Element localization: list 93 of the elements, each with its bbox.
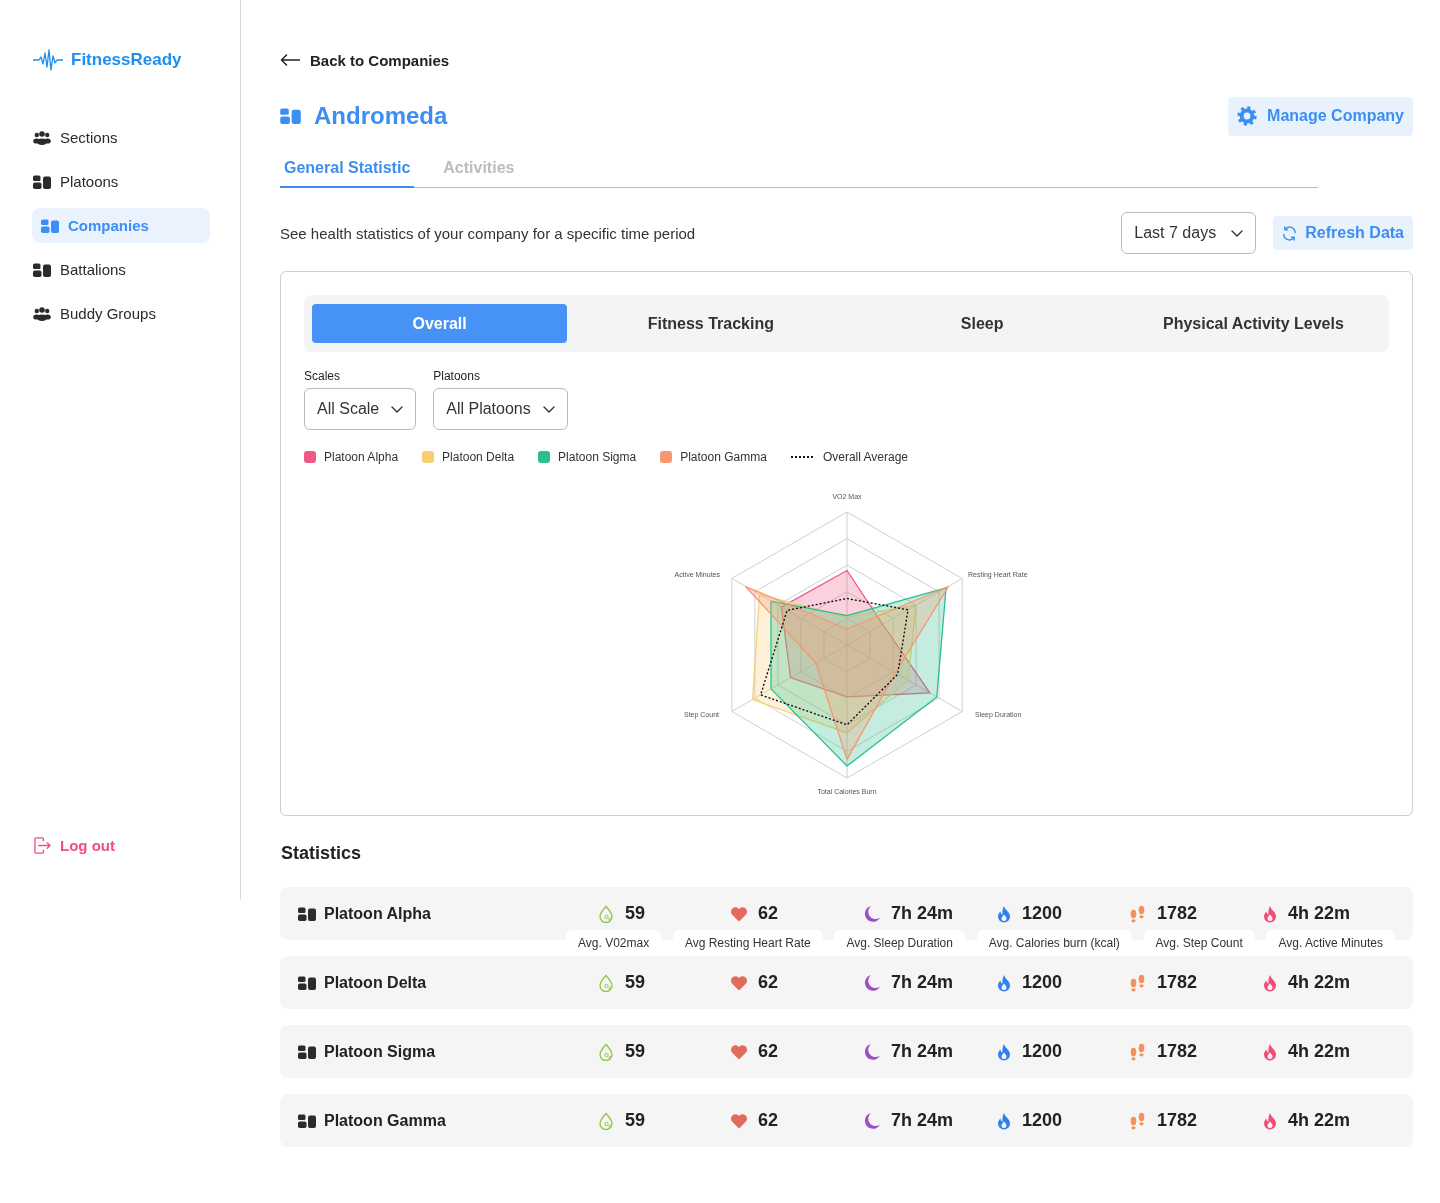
nav-item[interactable]: Buddy Groups bbox=[32, 296, 210, 331]
metric-value: 59 bbox=[625, 903, 646, 924]
logout-icon bbox=[34, 837, 51, 854]
chart-tab[interactable]: Physical Activity Levels bbox=[1125, 304, 1381, 343]
metric-value: 4h 22m bbox=[1288, 972, 1351, 993]
waveform-icon bbox=[33, 49, 63, 71]
footprints-icon bbox=[1129, 1111, 1147, 1130]
metric-value: 7h 24m bbox=[891, 1110, 954, 1131]
chevron-down-icon bbox=[1231, 229, 1244, 237]
footprints-icon bbox=[1129, 904, 1147, 923]
chart-tab[interactable]: Fitness Tracking bbox=[583, 304, 839, 343]
heart-icon bbox=[730, 905, 748, 922]
dotted-line-icon bbox=[790, 456, 815, 458]
metric-value: 62 bbox=[758, 972, 779, 993]
gear-icon bbox=[1237, 106, 1258, 126]
platoon-name: Platoon Alpha bbox=[324, 904, 431, 923]
heart-icon bbox=[730, 1043, 748, 1060]
metric-value: 62 bbox=[758, 903, 779, 924]
blocks-icon bbox=[298, 1113, 316, 1128]
filter-label: Platoons bbox=[433, 369, 480, 383]
footprints-icon bbox=[1129, 1042, 1147, 1061]
chevron-down-icon bbox=[542, 405, 555, 413]
moon-icon bbox=[863, 904, 881, 923]
flame-icon bbox=[996, 1042, 1012, 1061]
section-title: Statistics bbox=[281, 842, 363, 864]
legend-label: Platoon Gamma bbox=[680, 450, 767, 464]
legend-label: Platoon Delta bbox=[442, 450, 515, 464]
flame-icon bbox=[996, 904, 1012, 923]
blocks-icon bbox=[298, 975, 316, 990]
nav-item[interactable]: Battalions bbox=[32, 252, 210, 287]
legend-label: Platoon Sigma bbox=[558, 450, 637, 464]
metric-value: 4h 22m bbox=[1288, 1110, 1351, 1131]
arrow-left-icon bbox=[280, 54, 300, 66]
flame-icon bbox=[1262, 1042, 1278, 1061]
droplet-icon bbox=[597, 1111, 615, 1130]
flame-icon bbox=[1262, 1111, 1278, 1130]
metric-value: 4h 22m bbox=[1288, 1041, 1351, 1062]
chart-tab[interactable]: Sleep bbox=[854, 304, 1110, 343]
metric-value: 1200 bbox=[1022, 972, 1063, 993]
filter-dropdown[interactable]: All Platoons bbox=[433, 388, 568, 430]
blocks-icon bbox=[280, 108, 301, 124]
platoon-name: Platoon Sigma bbox=[324, 1042, 436, 1061]
footprints-icon bbox=[1129, 973, 1147, 992]
period-dropdown[interactable]: Last 7 days bbox=[1121, 212, 1257, 254]
metric-value: 4h 22m bbox=[1288, 903, 1351, 924]
metric-value: 7h 24m bbox=[891, 1041, 954, 1062]
blocks-icon bbox=[41, 218, 59, 233]
flame-icon bbox=[1262, 904, 1278, 923]
back-link[interactable]: Back to Companies bbox=[280, 50, 450, 70]
metric-value: 59 bbox=[625, 972, 646, 993]
legend-label: Overall Average bbox=[822, 450, 909, 464]
moon-icon bbox=[863, 1042, 881, 1061]
droplet-icon bbox=[597, 973, 615, 992]
platoon-name: Platoon Gamma bbox=[324, 1111, 446, 1130]
metric-value: 62 bbox=[758, 1041, 779, 1062]
droplet-icon bbox=[597, 904, 615, 923]
metric-value: 1782 bbox=[1157, 903, 1198, 924]
brand-name: FitnessReady bbox=[71, 50, 182, 70]
blocks-icon bbox=[33, 262, 51, 277]
metric-value: 7h 24m bbox=[891, 903, 954, 924]
blocks-icon bbox=[33, 174, 51, 189]
metric-value: 1782 bbox=[1157, 1110, 1198, 1131]
moon-icon bbox=[863, 973, 881, 992]
droplet-icon bbox=[597, 1042, 615, 1061]
chevron-down-icon bbox=[391, 405, 404, 413]
filter-dropdown[interactable]: All Scale bbox=[304, 388, 417, 430]
people-icon bbox=[33, 130, 51, 145]
refresh-icon bbox=[1282, 225, 1298, 241]
flame-icon bbox=[996, 973, 1012, 992]
filter-label: Scales bbox=[304, 369, 341, 383]
metric-value: 1782 bbox=[1157, 1041, 1198, 1062]
metric-value: 1200 bbox=[1022, 1110, 1063, 1131]
page-title: Andromeda bbox=[314, 102, 448, 130]
people-icon bbox=[33, 306, 51, 321]
flame-icon bbox=[1262, 973, 1278, 992]
metric-value: 62 bbox=[758, 1110, 779, 1131]
heart-icon bbox=[730, 974, 748, 991]
heart-icon bbox=[730, 1112, 748, 1129]
moon-icon bbox=[863, 1111, 881, 1130]
nav-item[interactable]: Sections bbox=[32, 120, 210, 155]
description-text: See health statistics of your company for a specific time period bbox=[280, 224, 696, 242]
metric-value: 1782 bbox=[1157, 972, 1198, 993]
nav-item[interactable]: Platoons bbox=[32, 164, 210, 199]
metric-value: 1200 bbox=[1022, 1041, 1063, 1062]
flame-icon bbox=[996, 1111, 1012, 1130]
legend-label: Platoon Alpha bbox=[324, 450, 399, 464]
blocks-icon bbox=[298, 1044, 316, 1059]
platoon-name: Platoon Delta bbox=[324, 973, 427, 992]
blocks-icon bbox=[298, 906, 316, 921]
metric-value: 7h 24m bbox=[891, 972, 954, 993]
metric-value: 1200 bbox=[1022, 903, 1063, 924]
metric-value: 59 bbox=[625, 1110, 646, 1131]
metric-value: 59 bbox=[625, 1041, 646, 1062]
